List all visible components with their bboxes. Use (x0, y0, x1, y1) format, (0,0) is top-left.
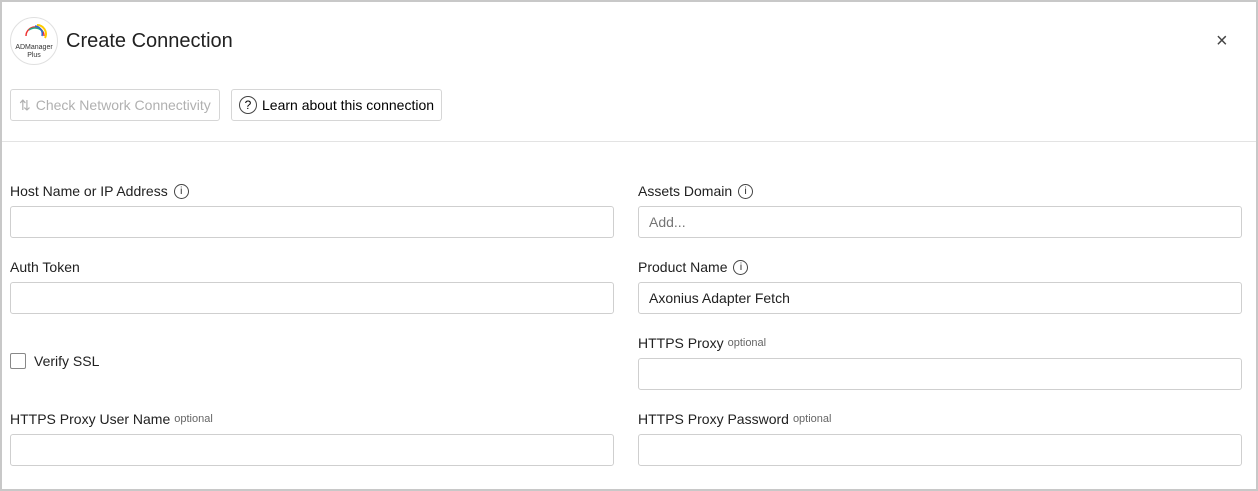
optional-tag: optional (727, 337, 767, 349)
optional-tag: optional (792, 413, 832, 425)
check-network-button[interactable]: ⇅ Check Network Connectivity (10, 89, 220, 121)
auth-token-label: Auth Token (10, 259, 80, 275)
proxy-user-input[interactable] (10, 434, 614, 466)
learn-connection-button[interactable]: ? Learn about this connection (231, 89, 443, 121)
help-icon: ? (239, 96, 257, 114)
optional-tag: optional (174, 413, 213, 425)
auth-token-input[interactable] (10, 282, 614, 314)
dialog-title: Create Connection (66, 30, 233, 52)
info-icon[interactable]: i (173, 183, 189, 199)
network-icon: ⇅ (19, 96, 31, 113)
assets-domain-input[interactable] (638, 206, 1242, 238)
info-icon[interactable]: i (733, 259, 749, 275)
host-label: Host Name or IP Address (10, 183, 168, 199)
https-proxy-input[interactable] (638, 358, 1242, 390)
proxy-user-label: HTTPS Proxy User Name (10, 411, 171, 427)
product-name-label: Product Name (638, 259, 728, 275)
assets-domain-label: Assets Domain (638, 183, 733, 199)
info-icon[interactable]: i (738, 183, 754, 199)
verify-ssl-checkbox[interactable] (10, 353, 26, 369)
host-input[interactable] (10, 206, 614, 238)
proxy-password-label: HTTPS Proxy Password (638, 411, 789, 427)
https-proxy-label: HTTPS Proxy (638, 335, 724, 351)
divider (2, 141, 1256, 142)
close-icon[interactable]: × (1216, 30, 1228, 53)
verify-ssl-label: Verify SSL (34, 353, 100, 369)
admanager-logo: ADManager Plus (10, 17, 58, 65)
product-name-input[interactable] (638, 282, 1242, 314)
proxy-password-input[interactable] (638, 434, 1242, 466)
